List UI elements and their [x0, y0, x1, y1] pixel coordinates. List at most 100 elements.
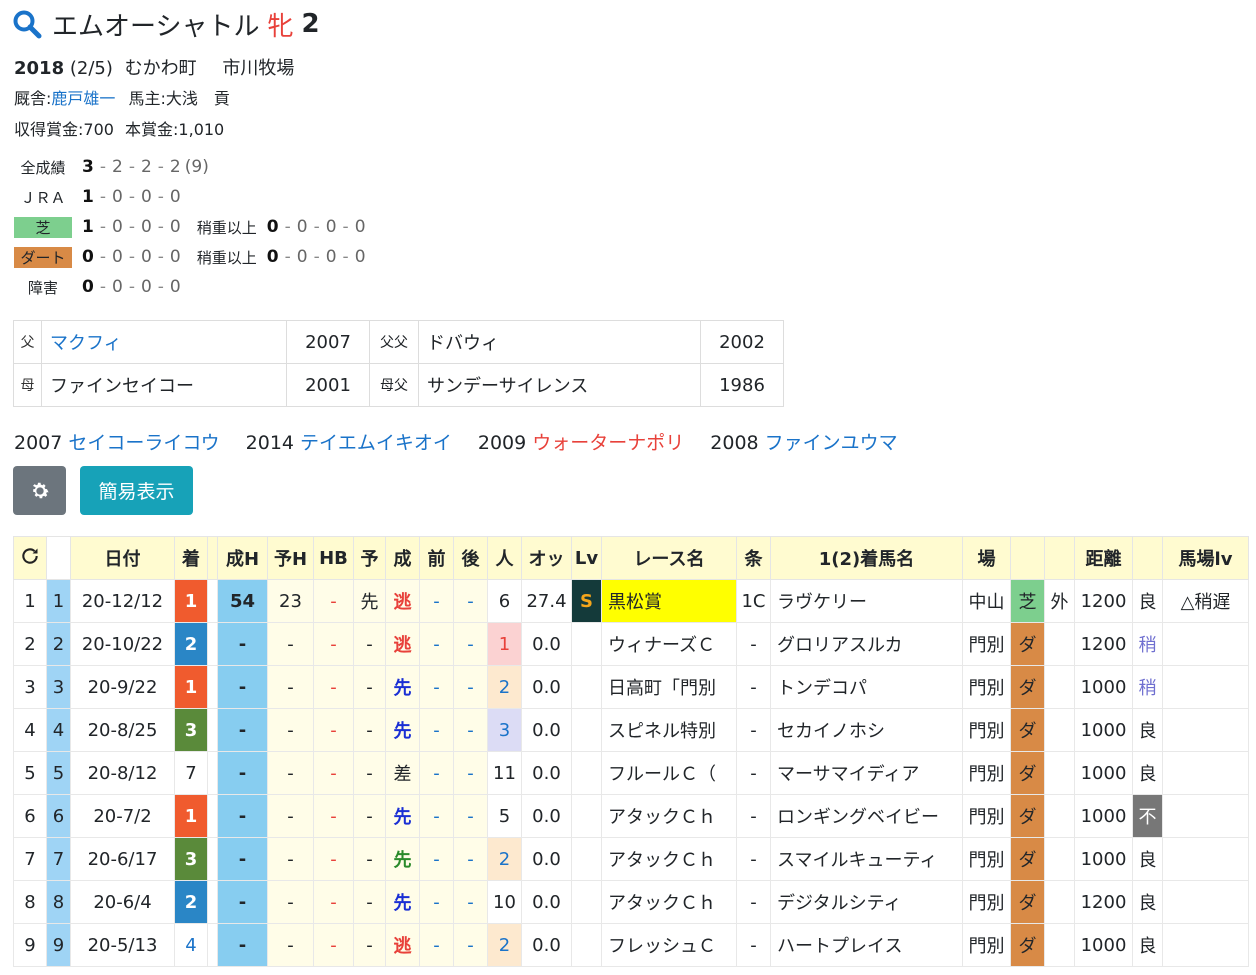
actual-position: 先 — [385, 665, 420, 709]
col-header[interactable]: 人 — [487, 536, 522, 580]
col-header[interactable] — [1044, 536, 1075, 580]
col-header[interactable]: 成 — [385, 536, 420, 580]
odds: 0.0 — [521, 622, 572, 666]
race-row[interactable]: 2 2 20-10/22 2- - - - 逃 - -1 0.0 ウィナーズＣ - グロリアスルカ 門別ダ 1… — [13, 622, 1249, 666]
race-no: 4 — [46, 708, 71, 752]
race-date: 20-10/22 — [70, 622, 175, 666]
col-header[interactable]: 日付 — [70, 536, 175, 580]
sibling-link[interactable]: セイコーライコウ — [68, 432, 219, 454]
hb-value: - — [313, 837, 354, 881]
course-side — [1044, 622, 1075, 666]
popularity: 2 — [487, 923, 522, 967]
prize: 本賞金:1,010 — [125, 120, 225, 139]
race-row[interactable]: 1 1 20-12/12 1 54 23- 先逃 - -6 27.4 S 黒松賞 1C ラヴケリー 中山芝外… — [13, 579, 1249, 623]
row-index: 1 — [13, 579, 47, 623]
earnings-info: 収得賞金:700 本賞金:1,010 — [14, 116, 224, 140]
race-name-link[interactable]: 黒松賞 — [601, 579, 737, 623]
finish-position: 1 — [174, 794, 208, 838]
surface-badge: ダ — [1010, 665, 1045, 709]
pred-h: - — [267, 665, 314, 709]
col-header[interactable] — [1010, 536, 1045, 580]
col-header[interactable]: 予 — [353, 536, 386, 580]
birth-info: 2018 (2/5) むかわ町 市川牧場 — [14, 54, 294, 80]
trainer-link[interactable]: 鹿戸雄一 — [51, 89, 115, 108]
col-header[interactable]: オッ — [521, 536, 572, 580]
row-index: 3 — [13, 665, 47, 709]
finish-position: 3 — [174, 837, 208, 881]
col-header[interactable] — [1132, 536, 1163, 580]
race-row[interactable]: 5 5 20-8/12 7- - - - 差 - -11 0.0 フルールＣ（ - マーサマイディア 門別ダ… — [13, 751, 1249, 795]
search-icon[interactable] — [12, 9, 42, 39]
earnings: 収得賞金:700 — [14, 120, 114, 139]
race-row[interactable]: 9 9 20-5/13 4- - - - 逃 - -2 0.0 フレッシュＣ - ハートプレイス 門別ダ 10… — [13, 923, 1249, 967]
front-value: - — [419, 665, 454, 709]
distance: 1200 — [1074, 880, 1133, 924]
horse-sex: 牝 — [267, 11, 294, 42]
col-header[interactable]: 予H — [267, 536, 314, 580]
back-value: - — [453, 837, 488, 881]
row-index: 5 — [13, 751, 47, 795]
sibling-link[interactable]: テイエムイキオイ — [300, 432, 452, 454]
col-header[interactable]: 条 — [736, 536, 771, 580]
actual-position: 先 — [385, 708, 420, 752]
sire-link[interactable]: マクフィ — [50, 333, 122, 354]
actual-position: 先 — [385, 837, 420, 881]
col-header[interactable]: 場 — [962, 536, 1011, 580]
simple-view-button[interactable]: 簡易表示 — [80, 466, 193, 515]
track-level — [1162, 751, 1249, 795]
pred-h: 23 — [267, 579, 314, 623]
col-header[interactable]: 1(2)着馬名 — [770, 536, 963, 580]
record-label: 障害 — [27, 278, 58, 297]
record-jump: 障害 0-0-0-0 — [14, 274, 181, 300]
winner-name: デジタルシティ — [770, 880, 963, 924]
col-header[interactable]: HB — [313, 536, 354, 580]
race-date: 20-5/13 — [70, 923, 175, 967]
odds: 0.0 — [521, 794, 572, 838]
front-value: - — [419, 794, 454, 838]
race-level — [571, 837, 602, 881]
race-name-link[interactable]: スピネル特別 — [601, 708, 737, 752]
race-name-link[interactable]: フルールＣ（ — [601, 751, 737, 795]
hb-value: - — [313, 708, 354, 752]
track-level — [1162, 622, 1249, 666]
race-row[interactable]: 7 7 20-6/17 3- - - - 先 - -2 0.0 アタックＣｈ - スマイルキューティ 門別ダ… — [13, 837, 1249, 881]
surface-badge: ダ — [1010, 751, 1045, 795]
race-name-link[interactable]: アタックＣｈ — [601, 794, 737, 838]
race-name-link[interactable]: ウィナーズＣ — [601, 622, 737, 666]
race-row[interactable]: 3 3 20-9/22 1- - - - 先 - -2 0.0 日高町「門別 - トンデコパ 門別ダ 1000… — [13, 665, 1249, 709]
track-name: 門別 — [962, 751, 1011, 795]
race-no: 2 — [46, 622, 71, 666]
settings-button[interactable] — [13, 466, 66, 515]
col-header[interactable]: 距離 — [1074, 536, 1133, 580]
sibling-link[interactable]: ウォーターナポリ — [532, 432, 684, 454]
sibling-link[interactable]: ファインユウマ — [765, 432, 898, 454]
col-header[interactable]: レース名 — [601, 536, 737, 580]
col-header[interactable]: 着 — [174, 536, 208, 580]
race-name-link[interactable]: アタックＣｈ — [601, 880, 737, 924]
owner: 大浅 貢 — [165, 89, 230, 108]
track-level: △稍遅 — [1162, 579, 1249, 623]
winner-name: グロリアスルカ — [770, 622, 963, 666]
refresh-header[interactable] — [13, 536, 47, 580]
back-value: - — [453, 665, 488, 709]
race-level — [571, 708, 602, 752]
winner-name: マーサマイディア — [770, 751, 963, 795]
col-header[interactable]: 後 — [453, 536, 488, 580]
race-class: 1C — [736, 579, 771, 623]
race-name-link[interactable]: アタックＣｈ — [601, 837, 737, 881]
race-row[interactable]: 8 8 20-6/4 2- - - - 先 - -10 0.0 アタックＣｈ - デジタルシティ 門別ダ 12… — [13, 880, 1249, 924]
race-name-link[interactable]: フレッシュＣ — [601, 923, 737, 967]
track-level — [1162, 880, 1249, 924]
race-row[interactable]: 6 6 20-7/2 1- - - - 先 - -5 0.0 アタックＣｈ - ロンギングベイビー 門別ダ 1… — [13, 794, 1249, 838]
course-side — [1044, 708, 1075, 752]
col-header[interactable]: 成H — [217, 536, 268, 580]
track-name: 門別 — [962, 622, 1011, 666]
race-row[interactable]: 4 4 20-8/25 3- - - - 先 - -3 0.0 スピネル特別 - セカイノホシ 門別ダ 100… — [13, 708, 1249, 752]
finish-position: 2 — [174, 622, 208, 666]
col-header[interactable]: 前 — [419, 536, 454, 580]
race-name-link[interactable]: 日高町「門別 — [601, 665, 737, 709]
hb-value: - — [313, 665, 354, 709]
back-value: - — [453, 923, 488, 967]
col-header[interactable]: 馬場lv — [1162, 536, 1249, 580]
col-header[interactable]: Lv — [571, 536, 602, 580]
